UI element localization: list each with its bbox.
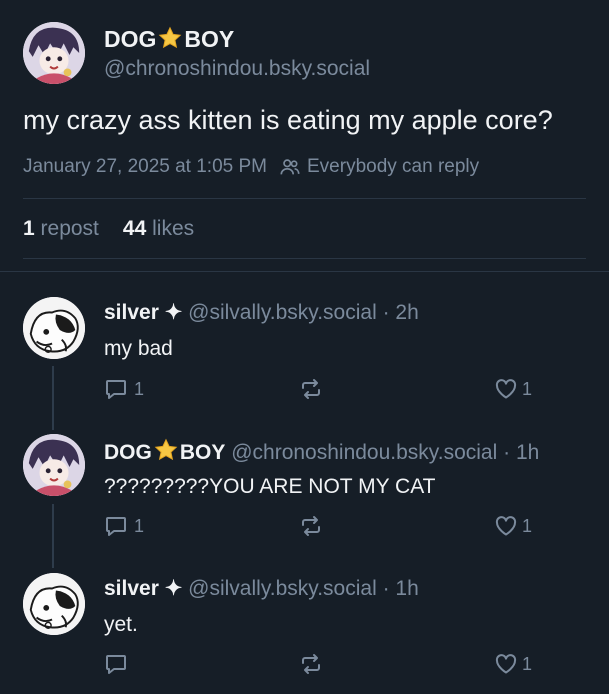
reply-avatar[interactable] (23, 434, 85, 496)
repost-arrows-icon (299, 377, 323, 401)
thread-line (52, 504, 54, 568)
reply-author-name-part2: BOY (179, 441, 226, 464)
reposts-label: repost (40, 217, 99, 240)
reply-time[interactable]: · 1h (383, 577, 419, 600)
author-name[interactable]: DOG BOY (104, 26, 234, 53)
divider (23, 198, 586, 199)
author-avatar[interactable] (23, 22, 85, 84)
reply-header: silver ✦ @silvally.bsky.social · 2h (104, 300, 419, 325)
reply-button[interactable] (104, 652, 134, 676)
reply-count: 1 (134, 515, 145, 536)
repost-button[interactable] (299, 514, 323, 538)
star-emoji-icon (154, 438, 178, 462)
engagement-stats: 1 repost 44 likes (23, 217, 194, 241)
post-timestamp[interactable]: January 27, 2025 at 1:05 PM (23, 156, 267, 178)
speech-bubble-icon (104, 514, 128, 538)
like-count: 1 (522, 653, 533, 674)
author-name-part1: DOG (104, 26, 157, 52)
divider (23, 258, 586, 259)
divider (0, 271, 609, 272)
star-emoji-icon (158, 26, 182, 50)
reply-avatar[interactable] (23, 297, 85, 359)
heart-icon (494, 652, 518, 676)
author-handle[interactable]: @chronoshindou.bsky.social (104, 57, 370, 81)
likes-label: likes (152, 217, 195, 240)
repost-button[interactable] (299, 377, 323, 401)
reply-setting-label: Everybody can reply (307, 156, 480, 177)
speech-bubble-icon (104, 652, 128, 676)
people-icon (279, 156, 301, 178)
reply-count: 1 (134, 378, 145, 399)
reply-button[interactable]: 1 (104, 377, 144, 401)
like-count: 1 (522, 378, 533, 399)
reply-header: silver ✦ @silvally.bsky.social · 1h (104, 576, 419, 601)
post-meta: January 27, 2025 at 1:05 PM Everybody ca… (23, 156, 479, 178)
repost-arrows-icon (299, 514, 323, 538)
reply-handle[interactable]: @chronoshindou.bsky.social (231, 441, 497, 464)
reply-author-name[interactable]: silver ✦ (104, 301, 182, 324)
reply-handle[interactable]: @silvally.bsky.social (188, 577, 377, 600)
reply-text: my bad (104, 337, 173, 360)
reply-header: DOG BOY @chronoshindou.bsky.social · 1h (104, 438, 539, 465)
like-button[interactable]: 1 (494, 652, 532, 676)
likes-stat[interactable]: 44 likes (123, 217, 194, 241)
heart-icon (494, 514, 518, 538)
reposts-count: 1 (23, 217, 35, 240)
post-text: my crazy ass kitten is eating my apple c… (23, 105, 553, 135)
reply-button[interactable]: 1 (104, 514, 144, 538)
reply-setting[interactable]: Everybody can reply (279, 156, 479, 178)
like-button[interactable]: 1 (494, 514, 532, 538)
repost-button[interactable] (299, 652, 323, 676)
reply-text: ?????????YOU ARE NOT MY CAT (104, 475, 436, 498)
thread-line (52, 366, 54, 430)
likes-count: 44 (122, 217, 147, 240)
author-name-part2: BOY (184, 26, 235, 52)
speech-bubble-icon (104, 377, 128, 401)
heart-icon (494, 377, 518, 401)
reply-time[interactable]: · 1h (503, 441, 539, 464)
reply-handle[interactable]: @silvally.bsky.social (188, 301, 377, 324)
reposts-stat[interactable]: 1 repost (23, 217, 99, 241)
reply-author-name[interactable]: silver ✦ (104, 577, 182, 600)
reply-author-name[interactable]: DOG BOY (104, 441, 225, 464)
like-count: 1 (522, 515, 533, 536)
repost-arrows-icon (299, 652, 323, 676)
reply-time[interactable]: · 2h (383, 301, 419, 324)
reply-avatar[interactable] (23, 573, 85, 635)
reply-author-name-part1: DOG (104, 441, 152, 464)
reply-text: yet. (104, 613, 138, 636)
like-button[interactable]: 1 (494, 377, 532, 401)
